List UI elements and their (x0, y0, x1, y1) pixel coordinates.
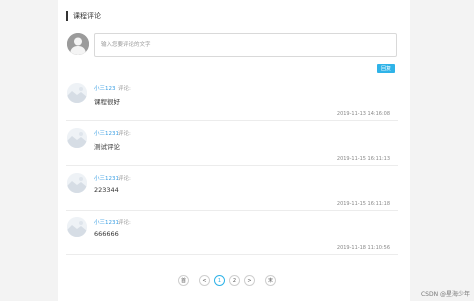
page-button-2[interactable]: 2 (229, 275, 240, 286)
comment-author[interactable]: 小三1231 (94, 174, 119, 182)
user-avatar-icon (67, 33, 89, 55)
section-title: 课程评论 (73, 12, 101, 20)
watermark: CSDN @星海少年 (420, 291, 470, 298)
section-marker (66, 11, 68, 21)
comment-item: 小三1231 评论: 223344 2019-11-15 16:11:18 (66, 166, 398, 211)
comment-label: 评论: (118, 131, 131, 137)
page-button-1[interactable]: 1 (214, 275, 225, 286)
pagination: 首 < 1 2 > 末 (178, 275, 276, 286)
comment-input[interactable] (94, 33, 397, 57)
comment-text: 测试评论 (94, 143, 120, 151)
comment-item: 小三1231 评论: 测试评论 2019-11-15 16:11:13 (66, 121, 398, 166)
next-page-button[interactable]: > (244, 275, 255, 286)
last-page-button[interactable]: 末 (265, 275, 276, 286)
avatar-icon (67, 173, 87, 193)
comment-author[interactable]: 小三123 (94, 84, 116, 92)
comments-panel: 课程评论 回复 小三123 评论: 课程很好 2019-11-13 14:16:… (58, 0, 410, 301)
prev-page-button[interactable]: < (199, 275, 210, 286)
comment-label: 评论: (118, 220, 131, 226)
comment-item: 小三123 评论: 课程很好 2019-11-13 14:16:08 (66, 76, 398, 121)
comment-text: 223344 (94, 186, 119, 194)
comment-author[interactable]: 小三1231 (94, 218, 119, 226)
comment-time: 2019-11-18 11:10:56 (336, 245, 390, 251)
comment-time: 2019-11-13 14:16:08 (336, 111, 390, 117)
first-page-button[interactable]: 首 (178, 275, 189, 286)
comment-text: 课程很好 (94, 98, 120, 106)
comment-time: 2019-11-15 16:11:13 (336, 156, 390, 162)
avatar-icon (67, 128, 87, 148)
comment-time: 2019-11-15 16:11:18 (336, 201, 390, 207)
comment-label: 评论: (118, 86, 131, 92)
section-header: 课程评论 (66, 11, 101, 21)
comment-label: 评论: (118, 176, 131, 182)
comment-author[interactable]: 小三1231 (94, 129, 119, 137)
avatar-icon (67, 83, 87, 103)
avatar-icon (67, 217, 87, 237)
reply-button[interactable]: 回复 (377, 64, 395, 73)
comment-text: 666666 (94, 230, 119, 238)
comment-item: 小三1231 评论: 666666 2019-11-18 11:10:56 (66, 210, 398, 255)
